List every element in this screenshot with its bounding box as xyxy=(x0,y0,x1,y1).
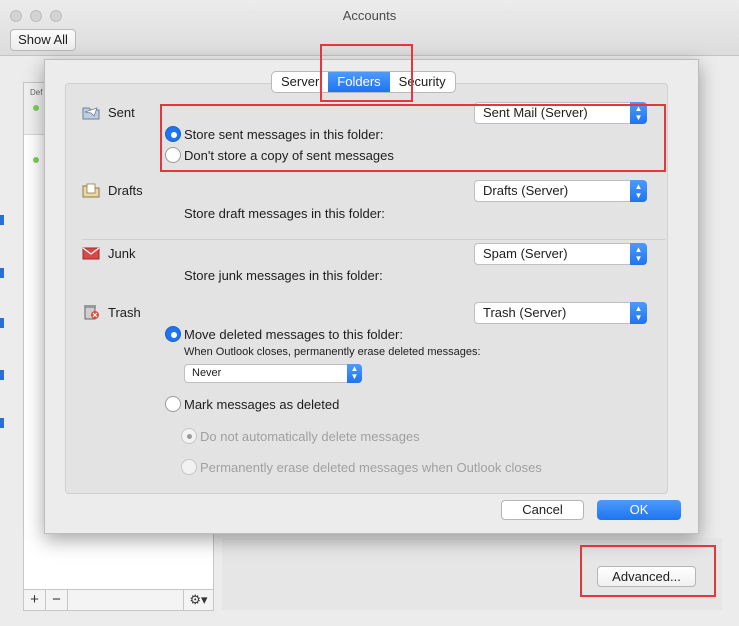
chevron-updown-icon: ▲ ▼ xyxy=(630,102,647,124)
chevron-updown-icon: ▲ ▼ xyxy=(347,364,362,383)
mark-deleted-label: Mark messages as deleted xyxy=(184,397,340,412)
trash-can-icon xyxy=(84,305,99,320)
trash-folder-value: Trash (Server) xyxy=(483,305,567,320)
show-all-button[interactable]: Show All xyxy=(10,29,76,51)
sent-folder-value: Sent Mail (Server) xyxy=(483,105,588,120)
section-divider xyxy=(82,239,665,240)
erase-on-close-radio[interactable] xyxy=(181,459,197,475)
gear-menu-button[interactable]: ⚙▾ xyxy=(183,590,213,610)
window-title: Accounts xyxy=(342,8,397,23)
tab-server[interactable]: Server xyxy=(272,72,328,92)
trash-folder-select[interactable]: Trash (Server) ▲ ▼ xyxy=(474,302,647,324)
mark-deleted-radio[interactable] xyxy=(165,396,181,412)
remove-account-button[interactable]: − xyxy=(46,590,68,610)
drafts-description: Store draft messages in this folder: xyxy=(184,206,385,221)
no-auto-delete-label: Do not automatically delete messages xyxy=(200,429,420,444)
junk-description: Store junk messages in this folder: xyxy=(184,268,383,283)
background-edge-marker xyxy=(0,215,4,225)
dont-store-sent-radio[interactable] xyxy=(165,147,181,163)
add-account-button[interactable]: + xyxy=(24,590,46,610)
cancel-button[interactable]: Cancel xyxy=(501,500,584,520)
drafts-folder-icon xyxy=(82,183,100,198)
tab-bar: Server Folders Security xyxy=(271,71,456,93)
erase-on-close-label: Permanently erase deleted messages when … xyxy=(200,460,542,475)
background-edge-marker xyxy=(0,370,4,380)
chevron-updown-icon: ▲ ▼ xyxy=(630,243,647,265)
erase-schedule-select[interactable]: Never ▲ ▼ xyxy=(184,364,362,383)
store-sent-radio[interactable] xyxy=(165,126,181,142)
junk-envelope-icon xyxy=(82,247,100,260)
folders-sheet: Sent Sent Mail (Server) ▲ ▼ Store sent me… xyxy=(44,59,699,534)
sent-label: Sent xyxy=(108,105,135,120)
chevron-updown-icon: ▲ ▼ xyxy=(630,302,647,324)
dont-store-sent-label: Don't store a copy of sent messages xyxy=(184,148,394,163)
drafts-folder-value: Drafts (Server) xyxy=(483,183,569,198)
tab-folders[interactable]: Folders xyxy=(328,72,390,92)
erase-note: When Outlook closes, permanently erase d… xyxy=(184,346,481,358)
store-sent-label: Store sent messages in this folder: xyxy=(184,127,384,142)
account-status-online-icon xyxy=(33,157,39,163)
move-deleted-label: Move deleted messages to this folder: xyxy=(184,327,403,342)
title-bar: Accounts Show All xyxy=(0,0,739,56)
account-list-header-label: Def xyxy=(30,88,43,97)
drafts-folder-select[interactable]: Drafts (Server) ▲ ▼ xyxy=(474,180,647,202)
trash-label: Trash xyxy=(108,305,141,320)
tab-security[interactable]: Security xyxy=(390,72,455,92)
advanced-button[interactable]: Advanced... xyxy=(597,566,696,587)
drafts-label: Drafts xyxy=(108,183,143,198)
junk-folder-value: Spam (Server) xyxy=(483,246,568,261)
background-edge-marker xyxy=(0,318,4,328)
background-edge-marker xyxy=(0,268,4,278)
ok-button[interactable]: OK xyxy=(597,500,681,520)
sent-folder-select[interactable]: Sent Mail (Server) ▲ ▼ xyxy=(474,102,647,124)
account-status-online-icon xyxy=(33,105,39,111)
junk-folder-select[interactable]: Spam (Server) ▲ ▼ xyxy=(474,243,647,265)
folders-panel: Sent Sent Mail (Server) ▲ ▼ Store sent me… xyxy=(65,83,668,494)
background-edge-marker xyxy=(0,418,4,428)
sent-folder-icon xyxy=(82,107,100,120)
move-deleted-radio[interactable] xyxy=(165,326,181,342)
account-list-footer: + − ⚙▾ xyxy=(23,589,214,611)
erase-schedule-value: Never xyxy=(192,367,222,379)
junk-label: Junk xyxy=(108,246,136,261)
chevron-updown-icon: ▲ ▼ xyxy=(630,180,647,202)
no-auto-delete-radio[interactable] xyxy=(181,428,197,444)
